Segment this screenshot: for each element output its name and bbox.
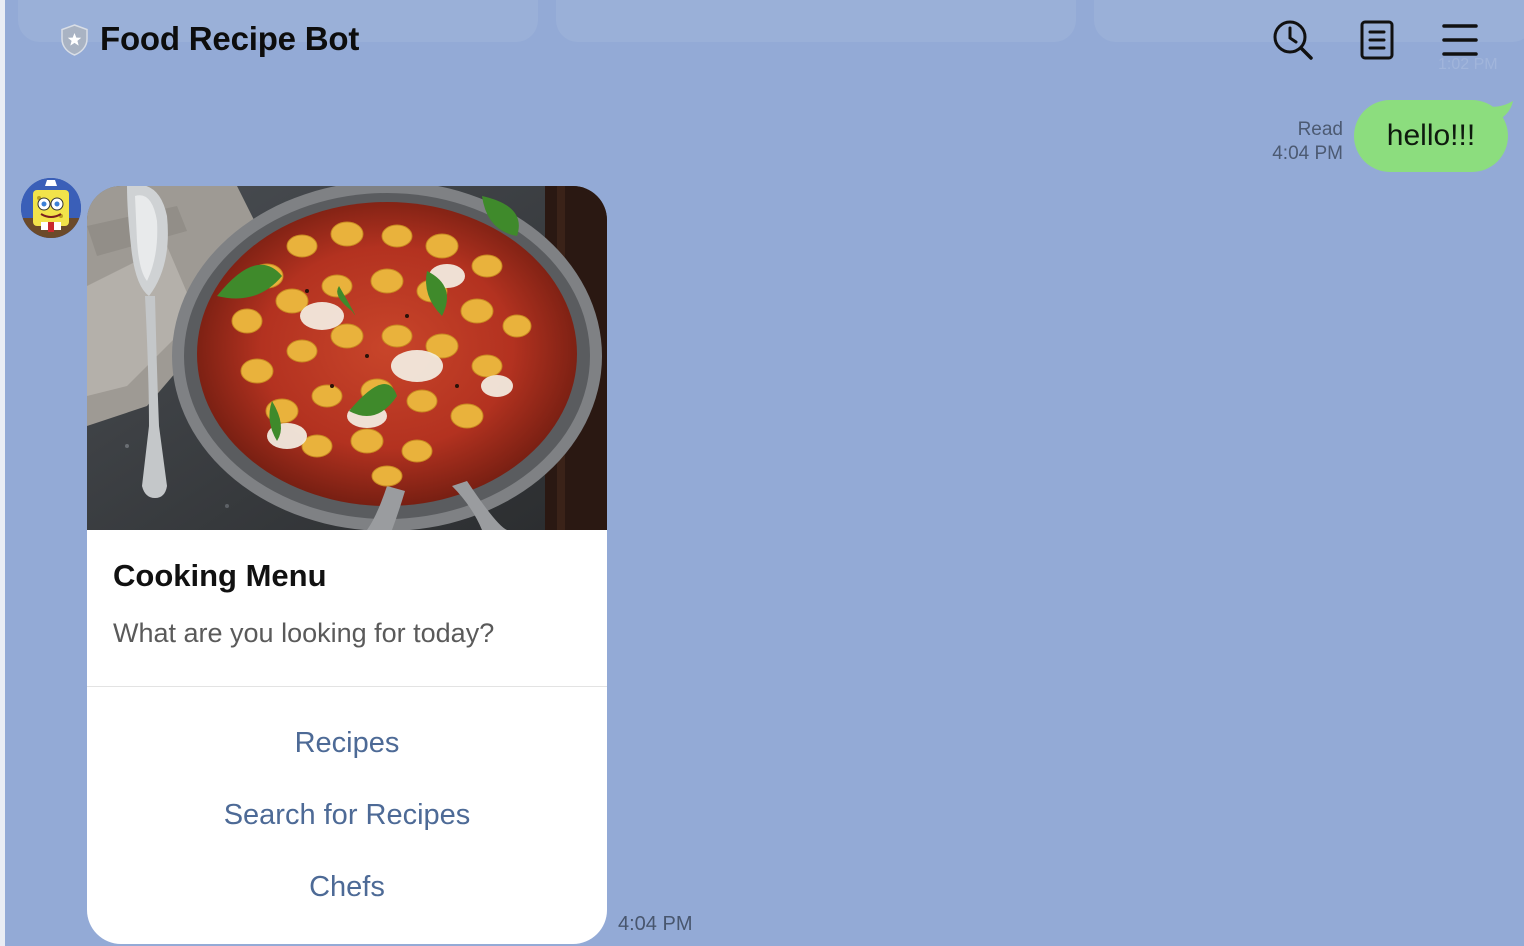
gnocchi-bake-photo[interactable] bbox=[87, 186, 607, 531]
search-icon[interactable] bbox=[1271, 18, 1315, 62]
outgoing-message-bubble[interactable]: hello!!! bbox=[1354, 100, 1508, 172]
read-status: Read bbox=[1297, 119, 1343, 140]
recipes-button[interactable]: Recipes bbox=[87, 715, 607, 771]
outgoing-time: 4:04 PM bbox=[1272, 143, 1343, 164]
search-for-recipes-button[interactable]: Search for Recipes bbox=[87, 787, 607, 843]
bot-avatar[interactable] bbox=[21, 178, 81, 238]
chat-header: Food Recipe Bot bbox=[0, 0, 1524, 82]
card-description: What are you looking for today? bbox=[113, 618, 495, 648]
outgoing-message-meta: Read 4:04 PM bbox=[1272, 118, 1343, 166]
chefs-button[interactable]: Chefs bbox=[87, 859, 607, 915]
window-edge bbox=[0, 0, 5, 946]
card-title: Cooking Menu bbox=[113, 558, 327, 593]
shield-star-icon bbox=[60, 24, 89, 56]
ghost-timestamp: 1:02 PM bbox=[1438, 56, 1498, 73]
cooking-menu-card: Cooking Menu What are you looking for to… bbox=[87, 186, 607, 944]
incoming-time: 4:04 PM bbox=[618, 913, 693, 935]
card-divider bbox=[87, 686, 607, 687]
chat-title: Food Recipe Bot bbox=[100, 20, 360, 57]
notes-icon[interactable] bbox=[1355, 18, 1399, 62]
